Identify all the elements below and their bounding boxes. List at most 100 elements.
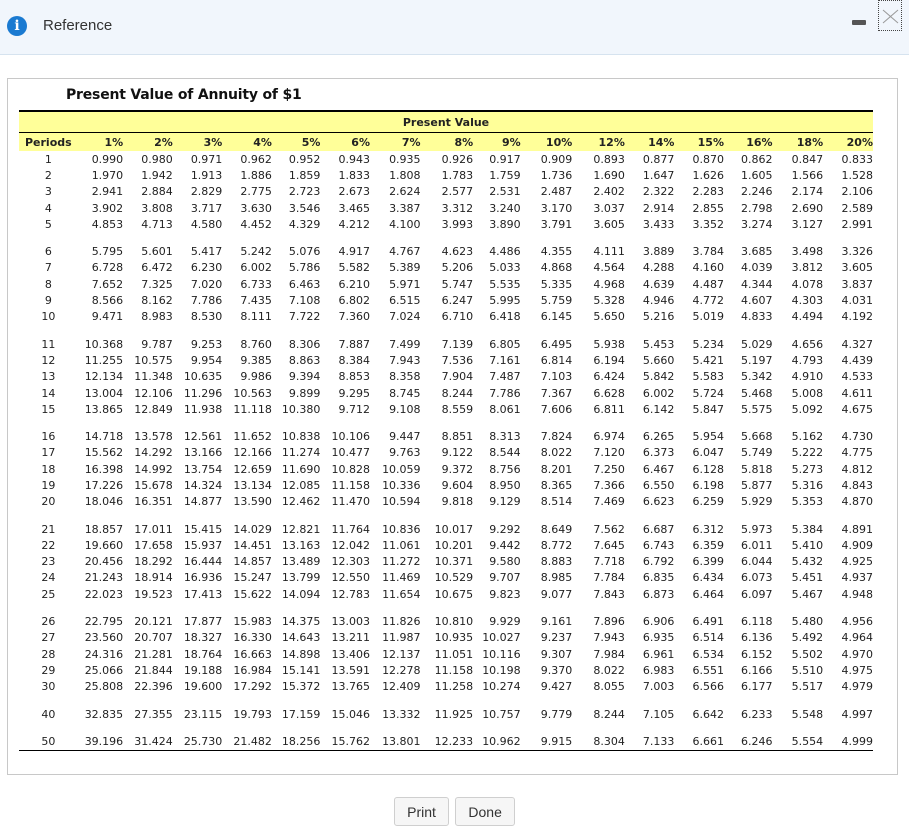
value-cell: 11.987: [382, 631, 421, 645]
done-button[interactable]: Done: [455, 797, 515, 826]
value-cell: 7.843: [593, 587, 625, 601]
table-row: 1 0.990 0.980 0.971 0.962 0.952 0.943 0.935 0.92…: [19, 151, 873, 167]
value-cell: 6.047: [692, 446, 724, 460]
period-cell: 16: [41, 430, 56, 444]
value-cell: 6.128: [692, 462, 724, 476]
value-cell: 1.886: [240, 168, 272, 182]
value-cell: 5.033: [489, 261, 521, 275]
table-row: 50 39.196 31.424 25.730 21.482 18.256 15.762 13…: [19, 733, 873, 751]
value-cell: 9.899: [288, 386, 321, 400]
value-cell: 7.904: [441, 370, 474, 384]
value-cell: 5.335: [540, 277, 573, 291]
period-cell: 20: [41, 495, 56, 509]
value-cell: 16.663: [233, 647, 272, 661]
value-cell: 5.786: [288, 261, 321, 275]
value-cell: 3.037: [593, 201, 625, 215]
value-cell: 10.810: [434, 615, 474, 629]
value-cell: 5.668: [741, 430, 773, 444]
value-cell: 2.283: [692, 185, 724, 199]
value-cell: 8.244: [441, 386, 474, 400]
value-cell: 0.847: [791, 152, 824, 166]
value-cell: 7.943: [593, 631, 625, 645]
period-cell: 12: [41, 353, 56, 367]
value-cell: 13.003: [331, 615, 370, 629]
value-cell: 1.783: [441, 168, 474, 182]
value-cell: 3.717: [190, 201, 223, 215]
value-cell: 8.022: [593, 663, 625, 677]
value-cell: 4.031: [841, 294, 874, 308]
value-cell: 12.085: [281, 478, 321, 492]
value-cell: 5.749: [741, 446, 773, 460]
value-cell: 9.604: [441, 478, 474, 492]
annuity-table: Present Value Periods 1% 2% 3% 4% 5% 6% 7% 8% 9% 1…: [19, 110, 873, 751]
table-row: 22 19.660 17.658 15.937 14.451 13.163 12.042 11…: [19, 537, 873, 553]
print-button[interactable]: Print: [394, 797, 449, 826]
value-cell: 6.002: [240, 261, 272, 275]
value-cell: 2.829: [190, 185, 223, 199]
value-cell: 6.418: [489, 310, 521, 324]
value-cell: 15.415: [183, 522, 223, 536]
value-cell: 20.456: [84, 555, 124, 569]
value-cell: 0.952: [288, 152, 321, 166]
table-row: 24 21.243 18.914 16.936 15.247 13.799 12.550 11…: [19, 570, 873, 586]
value-cell: 9.986: [240, 370, 272, 384]
value-cell: 3.630: [240, 201, 272, 215]
value-cell: 4.160: [692, 261, 724, 275]
minimize-button[interactable]: [852, 20, 866, 25]
value-cell: 22.795: [84, 615, 124, 629]
value-cell: 4.564: [593, 261, 625, 275]
value-cell: 6.935: [642, 631, 675, 645]
value-cell: 12.137: [382, 647, 421, 661]
value-cell: 25.730: [172, 733, 223, 751]
value-cell: 7.024: [389, 310, 421, 324]
value-cell: 17.011: [134, 522, 173, 536]
value-cell: 8.304: [572, 733, 625, 751]
value-cell: 7.722: [288, 310, 321, 324]
value-cell: 4.111: [593, 245, 625, 259]
value-cell: 10.594: [382, 495, 421, 509]
period-cell: 4: [44, 201, 52, 215]
value-cell: 0.870: [692, 152, 724, 166]
dialog-title: Reference: [43, 17, 113, 34]
value-cell: 14.877: [183, 495, 223, 509]
value-cell: 14.029: [233, 522, 272, 536]
value-cell: 6.728: [91, 261, 124, 275]
value-cell: 9.580: [489, 555, 521, 569]
value-cell: 5.092: [791, 402, 824, 416]
value-cell: 14.857: [233, 555, 272, 569]
value-cell: 3.889: [642, 245, 675, 259]
value-cell: 15.762: [320, 733, 370, 751]
value-cell: 7.003: [642, 680, 675, 694]
value-cell: 13.489: [281, 555, 321, 569]
value-cell: 6.073: [741, 571, 773, 585]
header-rate: 6%: [320, 132, 370, 151]
value-cell: 3.890: [489, 217, 521, 231]
value-cell: 18.292: [134, 555, 173, 569]
value-cell: 23.115: [183, 707, 223, 721]
value-cell: 5.316: [791, 478, 824, 492]
value-cell: 9.307: [540, 647, 573, 661]
value-cell: 7.562: [593, 522, 625, 536]
value-cell: 9.394: [288, 370, 321, 384]
table-row: 10 9.471 8.983 8.530 8.111 7.722 7.360 7.024 6.7…: [19, 309, 873, 325]
close-button[interactable]: [878, 0, 902, 31]
table-row: 27 23.560 20.707 18.327 16.330 14.643 13.211 11…: [19, 630, 873, 646]
value-cell: 4.833: [741, 310, 773, 324]
value-cell: 6.805: [489, 337, 521, 351]
value-cell: 6.733: [240, 277, 272, 291]
value-cell: 5.954: [692, 430, 724, 444]
value-cell: 9.471: [91, 310, 124, 324]
value-cell: 4.639: [642, 277, 675, 291]
value-cell: 4.611: [841, 386, 874, 400]
value-cell: 3.993: [441, 217, 474, 231]
close-icon: [882, 9, 899, 24]
value-cell: 9.385: [240, 353, 272, 367]
value-cell: 2.246: [741, 185, 773, 199]
value-cell: 7.250: [593, 462, 625, 476]
value-cell: 6.792: [642, 555, 675, 569]
value-cell: 16.398: [84, 462, 124, 476]
value-cell: 10.106: [331, 430, 370, 444]
value-cell: 3.352: [692, 217, 724, 231]
value-cell: 4.964: [841, 631, 874, 645]
header-rate: 3%: [172, 132, 223, 151]
